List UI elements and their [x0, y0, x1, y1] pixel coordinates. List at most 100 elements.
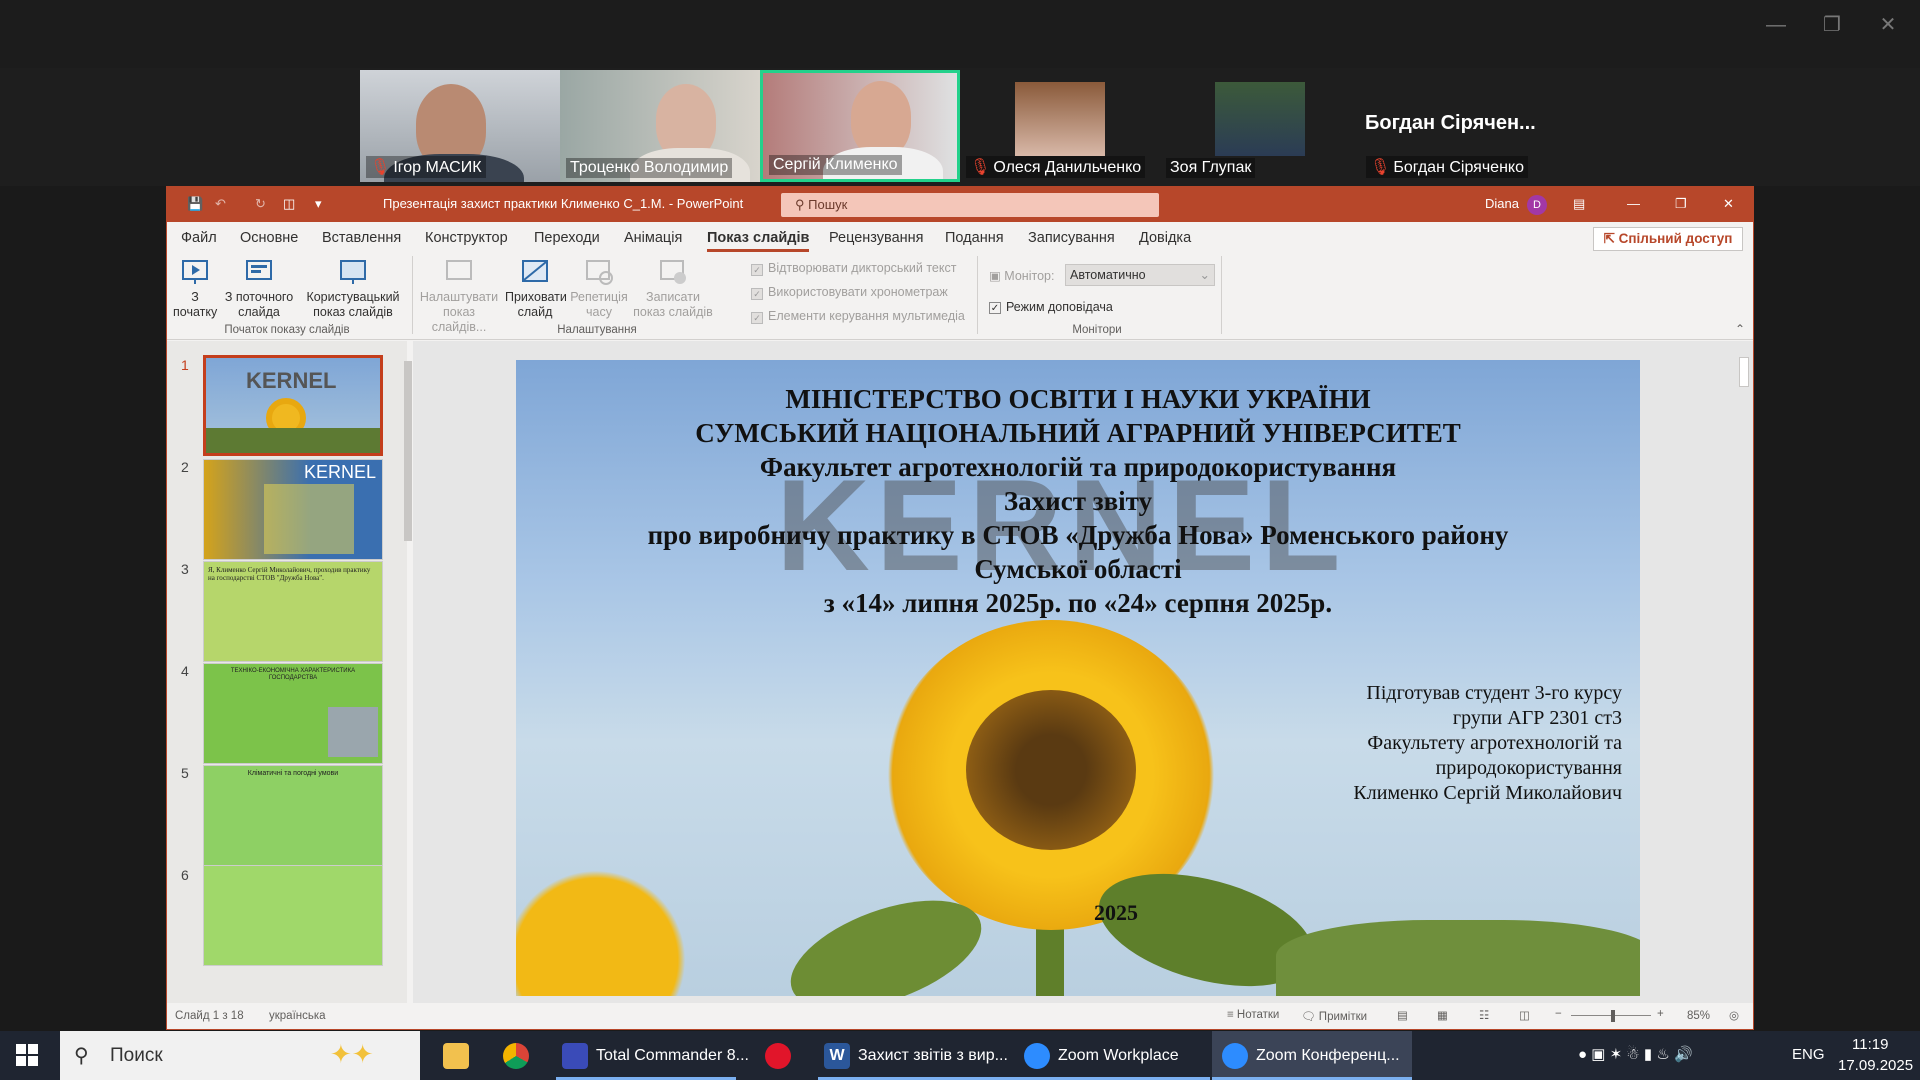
participant-tile[interactable]: 🎙 Ігор МАСИК [360, 70, 560, 182]
present-icon[interactable]: ◫ [283, 196, 295, 212]
participant-name: Зоя Глупак [1166, 158, 1256, 178]
participant-tile[interactable]: Троценко Володимир [560, 70, 760, 182]
slide-sorter-icon[interactable]: ▦ [1437, 1008, 1448, 1022]
redo-icon[interactable]: ↻ [255, 196, 266, 212]
zoom-level[interactable]: 85% [1687, 1010, 1710, 1022]
system-tray-icons[interactable]: ● ▣ ✶ ☃ ▮ ♨ 🔊 [1578, 1045, 1693, 1063]
reading-view-icon[interactable]: ☷ [1479, 1008, 1489, 1022]
scroll-thumb[interactable] [404, 361, 412, 541]
file-explorer-icon[interactable] [438, 1031, 474, 1080]
search-input[interactable]: ⚲ Пошук [781, 193, 1159, 217]
total-commander-icon [562, 1042, 588, 1069]
avatar[interactable]: D [1527, 195, 1547, 215]
silo-image [328, 707, 378, 757]
hide-slide-button[interactable]: Приховати слайд [505, 258, 567, 320]
normal-view-icon[interactable]: ▤ [1397, 1008, 1408, 1022]
thumbnail-slide-2[interactable]: KERNEL [203, 459, 383, 560]
custom-show-button[interactable]: Користувацький показ слайдів [301, 258, 405, 320]
participant-tile-active-speaker[interactable]: Сергій Клименко [760, 70, 960, 182]
minimize-icon[interactable]: — [1627, 196, 1640, 211]
timings-checkbox[interactable]: ✓ Використовувати хронометраж [751, 285, 948, 300]
taskbar-app-total-commander[interactable]: Total Commander 8... [556, 1031, 749, 1080]
ribbon-separator [1221, 256, 1222, 334]
chevron-down-icon: ⌄ [1199, 268, 1210, 282]
tab-transitions[interactable]: Переходи [534, 230, 600, 246]
from-current-button[interactable]: З поточного слайда [221, 258, 297, 320]
user-name[interactable]: Diana [1485, 196, 1519, 211]
clock-time[interactable]: 11:19 [1852, 1036, 1888, 1053]
taskbar-app-zoom-meeting[interactable]: Zoom Конференц... [1212, 1031, 1412, 1080]
media-controls-checkbox[interactable]: ✓ Елементи керування мультимедіа [751, 309, 965, 324]
tab-insert[interactable]: Вставлення [322, 230, 401, 246]
thumbnail-number: 5 [181, 765, 189, 781]
muted-mic-icon: 🎙 [970, 159, 991, 176]
opera-icon[interactable] [758, 1031, 798, 1080]
group-label: Налаштування [557, 324, 637, 336]
tab-home[interactable]: Основне [240, 230, 298, 246]
close-icon[interactable]: ✕ [1868, 10, 1908, 40]
from-start-button[interactable]: З початку [173, 258, 217, 320]
tab-animations[interactable]: Анімація [624, 230, 682, 246]
customize-qat-icon[interactable]: ▾ [315, 196, 322, 212]
input-language[interactable]: ENG [1792, 1046, 1825, 1063]
comments-button[interactable]: 🗨 Примітки [1301, 1009, 1367, 1023]
slide-title-line: МІНІСТЕРСТВО ОСВІТИ І НАУКИ УКРАЇНИ [785, 384, 1371, 414]
record-show-button[interactable]: Записати показ слайдів [633, 258, 713, 320]
taskbar-search-box[interactable]: ⚲ Поиск ✦✦ [60, 1031, 420, 1080]
thumbnail-slide-6[interactable] [203, 865, 383, 966]
tab-review[interactable]: Рецензування [829, 230, 924, 246]
tab-file[interactable]: Файл [181, 230, 217, 246]
share-button[interactable]: ⇱ Спільний доступ [1593, 227, 1743, 251]
participant-name: 🎙 Ігор МАСИК [366, 156, 486, 178]
ppt-title-bar: 💾 ↶ ↻ ◫ ▾ Презентація захист практики Кл… [167, 187, 1753, 222]
zoom-slider-thumb[interactable] [1611, 1010, 1615, 1022]
taskbar-app-word[interactable]: W Захист звітів з вир... [818, 1031, 1018, 1080]
restore-icon[interactable]: ❐ [1675, 196, 1687, 212]
current-slide[interactable]: KERNEL МІНІСТЕРСТВО ОСВІТИ І НАУКИ УКРАЇ… [516, 360, 1640, 996]
thumbnail-slide-4[interactable]: ТЕХНІКО-ЕКОНОМІЧНА ХАРАКТЕРИСТИКА ГОСПОД… [203, 663, 383, 764]
group-label: Монітори [1072, 324, 1122, 336]
close-icon[interactable]: ✕ [1723, 196, 1734, 212]
taskbar-app-zoom-workplace[interactable]: Zoom Workplace [1018, 1031, 1210, 1080]
monitor-label: ▣ Монітор: [989, 269, 1055, 283]
thumbnail-caption: KERNEL [246, 368, 337, 393]
narration-checkbox[interactable]: ✓ Відтворювати дикторський текст [751, 261, 956, 276]
tab-record[interactable]: Записування [1028, 230, 1115, 246]
notes-button[interactable]: ≡ Нотатки [1227, 1009, 1279, 1021]
clock-date[interactable]: 17.09.2025 [1838, 1057, 1913, 1074]
word-icon: W [824, 1042, 850, 1069]
start-button[interactable] [16, 1044, 38, 1066]
zoom-out-icon[interactable]: − [1555, 1008, 1562, 1020]
participant-tile[interactable]: Зоя Глупак [1160, 70, 1360, 182]
fit-to-window-icon[interactable]: ◎ [1729, 1008, 1739, 1022]
monitor-select[interactable]: Автоматично ⌄ [1065, 264, 1215, 286]
thumbnail-slide-1[interactable]: KERNEL [203, 355, 383, 456]
participant-tile[interactable]: Богдан Сірячен... 🎙 Богдан Сіряченко [1360, 70, 1560, 182]
minimize-icon[interactable]: — [1756, 10, 1796, 40]
chrome-icon[interactable] [498, 1031, 534, 1080]
save-icon[interactable]: 💾 [187, 196, 203, 212]
language-indicator[interactable]: українська [269, 1010, 326, 1022]
tab-help[interactable]: Довідка [1139, 230, 1191, 246]
search-placeholder: Поиск [110, 1045, 163, 1066]
restore-icon[interactable]: ❐ [1812, 10, 1852, 40]
setup-show-button[interactable]: Налаштувати показ слайдів... [417, 258, 501, 335]
tab-view[interactable]: Подання [945, 230, 1004, 246]
thumbnail-caption: Я, Клименко Сергій Миколайович, проходив… [208, 566, 371, 582]
presenter-view-checkbox[interactable]: ✓ Режим доповідача [989, 300, 1113, 314]
zoom-icon [1024, 1042, 1050, 1069]
tab-slideshow[interactable]: Показ слайдів [707, 230, 810, 252]
rehearse-timings-button[interactable]: Репетиція часу [569, 258, 629, 320]
collapse-ribbon-icon[interactable]: ⌃ [1735, 322, 1745, 336]
participant-tile[interactable]: 🎙 Олеся Данильченко [960, 70, 1160, 182]
tab-design[interactable]: Конструктор [425, 230, 508, 246]
text-block-graphic [264, 484, 354, 554]
editor-scrollbar[interactable] [1739, 357, 1749, 387]
avatar [1015, 82, 1105, 156]
zoom-in-icon[interactable]: + [1657, 1008, 1664, 1020]
undo-icon[interactable]: ↶ [215, 196, 226, 212]
ribbon-display-icon[interactable]: ▤ [1573, 196, 1585, 212]
slideshow-view-icon[interactable]: ◫ [1519, 1008, 1530, 1022]
thumbnail-slide-3[interactable]: Я, Клименко Сергій Миколайович, проходив… [203, 561, 383, 662]
thumbnail-slide-5[interactable]: Кліматичні та погодні умови [203, 765, 383, 866]
